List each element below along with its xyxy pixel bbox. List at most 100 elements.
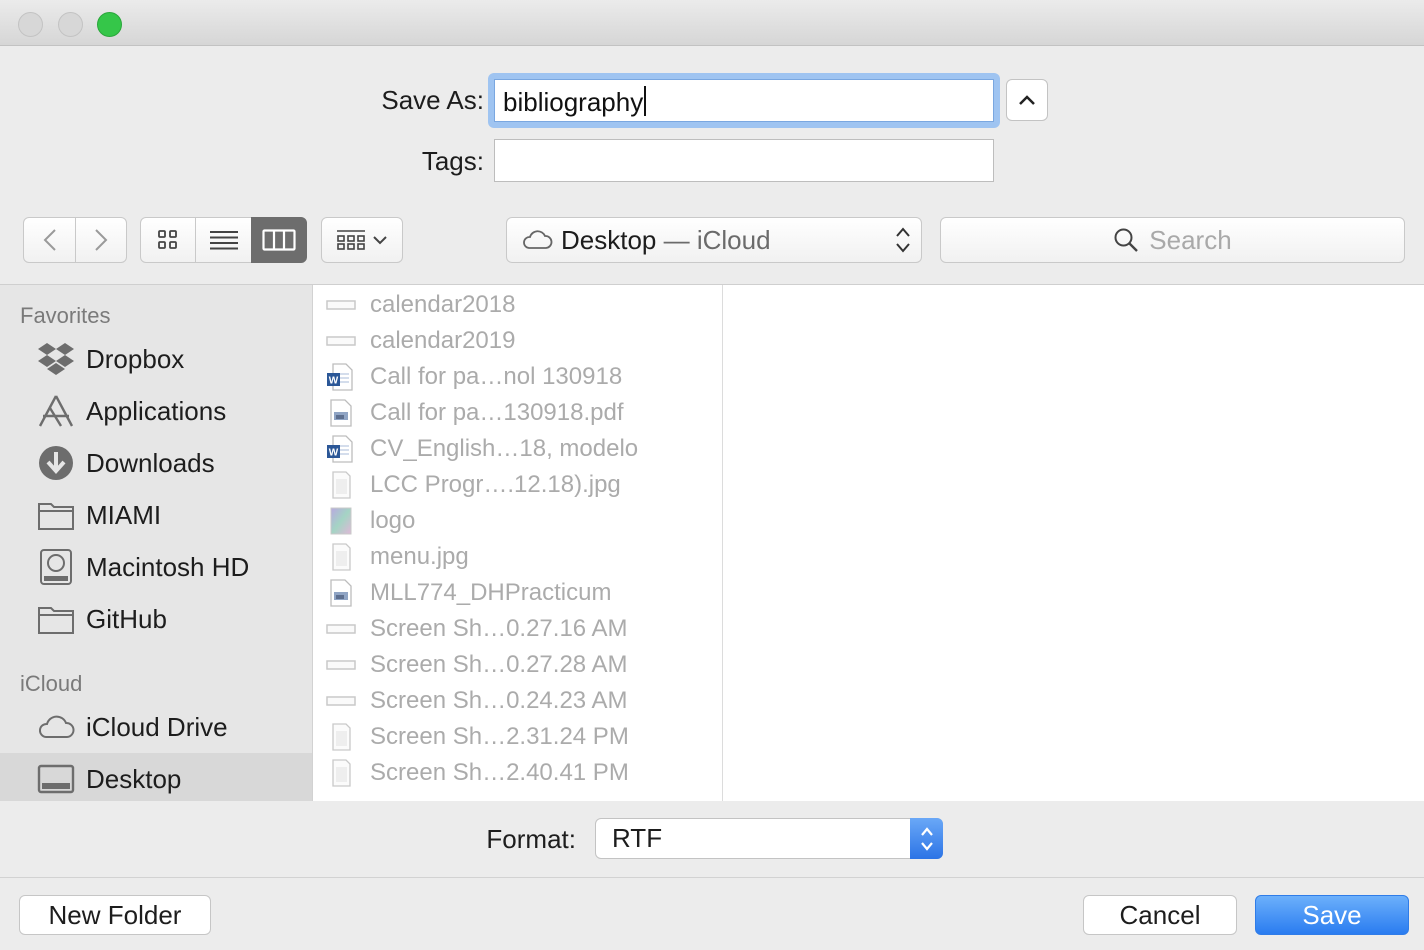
sidebar-item-label: Downloads <box>86 447 215 478</box>
format-label: Format: <box>486 824 576 854</box>
location-name: Desktop <box>561 224 657 255</box>
format-stepper[interactable] <box>910 818 943 859</box>
text-caret <box>644 86 647 116</box>
zoom-window-button[interactable] <box>97 12 122 37</box>
updown-arrows-icon <box>920 826 933 851</box>
sidebar-item-dropbox[interactable]: Dropbox <box>0 333 312 385</box>
sidebar-item-applications[interactable]: Applications <box>0 385 312 437</box>
sidebar-item-label: Applications <box>86 395 227 426</box>
icloud-icon <box>523 230 553 249</box>
file-row[interactable]: W CV_English…18, modelo <box>313 431 722 467</box>
word-doc-icon: W <box>326 434 356 464</box>
file-name: logo <box>370 507 416 534</box>
sidebar-item-label: Desktop <box>86 763 182 794</box>
sidebar-item-github[interactable]: GitHub <box>0 593 312 645</box>
close-window-button[interactable] <box>18 12 43 37</box>
desktop-icon <box>34 759 78 799</box>
file-row[interactable]: menu.jpg <box>313 539 722 575</box>
downloads-icon <box>34 443 78 483</box>
sidebar-item-miami[interactable]: MIAMI <box>0 489 312 541</box>
file-row[interactable]: MLL774_DHPracticum <box>313 575 722 611</box>
sidebar: Favorites Dropbox Applications Downloads <box>0 285 313 801</box>
image-doc-icon <box>326 758 356 788</box>
columns-icon <box>262 229 296 251</box>
tags-field[interactable] <box>494 139 994 182</box>
format-popup[interactable]: RTF <box>595 818 943 859</box>
file-row[interactable]: LCC Progr….12.18).jpg <box>313 467 722 503</box>
image-doc-icon <box>326 542 356 572</box>
sidebar-item-desktop[interactable]: Desktop <box>0 753 312 801</box>
updown-arrows-icon <box>896 227 910 253</box>
file-name: Screen Sh…0.27.16 AM <box>370 615 628 642</box>
file-name: MLL774_DHPracticum <box>370 579 612 606</box>
file-row[interactable]: Call for pa…130918.pdf <box>313 395 722 431</box>
search-field[interactable]: Search <box>940 217 1405 263</box>
chevron-right-icon <box>95 229 108 251</box>
location-subtitle: — iCloud <box>656 224 771 255</box>
search-placeholder: Search <box>1149 224 1232 255</box>
file-row[interactable]: calendar2018 <box>313 287 722 323</box>
divider <box>0 877 1424 878</box>
image-wide-icon <box>326 326 356 356</box>
file-name: Screen Sh…0.24.23 AM <box>370 687 628 714</box>
folder-icon <box>34 599 78 639</box>
file-name: CV_English…18, modelo <box>370 435 639 462</box>
file-row[interactable]: Screen Sh…0.24.23 AM <box>313 683 722 719</box>
image-color-icon <box>326 506 356 536</box>
forward-button[interactable] <box>75 217 127 263</box>
sidebar-item-downloads[interactable]: Downloads <box>0 437 312 489</box>
image-wide-icon <box>326 614 356 644</box>
svg-text:W: W <box>329 376 339 387</box>
file-row[interactable]: Screen Sh…0.27.28 AM <box>313 647 722 683</box>
column-view-button[interactable] <box>251 217 307 263</box>
file-column: calendar2018 calendar2019 W Call for pa…nol… <box>313 285 723 801</box>
applications-icon <box>34 391 78 431</box>
image-doc-icon <box>326 722 356 752</box>
file-row[interactable]: calendar2019 <box>313 323 722 359</box>
file-row[interactable]: W Call for pa…nol 130918 <box>313 359 722 395</box>
new-folder-button[interactable]: New Folder <box>19 895 211 935</box>
icon-view-button[interactable] <box>140 217 196 263</box>
save-button[interactable]: Save <box>1255 895 1409 935</box>
group-grid-icon <box>337 230 365 250</box>
sidebar-section-favorites: Favorites <box>20 303 111 328</box>
image-doc-icon <box>326 470 356 500</box>
sidebar-item-label: Macintosh HD <box>86 551 250 582</box>
sidebar-item-icloud-drive[interactable]: iCloud Drive <box>0 701 312 753</box>
sidebar-item-macintosh-hd[interactable]: Macintosh HD <box>0 541 312 593</box>
file-row[interactable]: logo <box>313 503 722 539</box>
sidebar-item-label: MIAMI <box>86 499 162 530</box>
save-as-field[interactable]: bibliography <box>494 79 994 122</box>
back-button[interactable] <box>23 217 76 263</box>
pdf-icon <box>326 578 356 608</box>
word-doc-icon: W <box>326 362 356 392</box>
group-view-button[interactable] <box>321 217 403 263</box>
file-name: calendar2018 <box>370 291 516 318</box>
list-view-button[interactable] <box>195 217 252 263</box>
chevron-down-icon <box>373 236 387 245</box>
file-row[interactable]: Screen Sh…0.27.16 AM <box>313 611 722 647</box>
save-as-value: bibliography <box>503 87 644 117</box>
folder-icon <box>34 495 78 535</box>
location-popup[interactable]: Desktop — iCloud <box>506 217 922 263</box>
svg-text:W: W <box>329 448 339 459</box>
pdf-icon <box>326 398 356 428</box>
minimize-window-button[interactable] <box>58 12 83 37</box>
tags-label: Tags: <box>421 146 484 176</box>
image-wide-icon <box>326 650 356 680</box>
file-name: Screen Sh…0.27.28 AM <box>370 651 628 678</box>
file-row[interactable]: Screen Sh…2.40.41 PM <box>313 755 722 791</box>
sidebar-section-icloud: iCloud <box>20 671 83 696</box>
file-row[interactable]: Screen Sh…2.31.24 PM <box>313 719 722 755</box>
file-name: Call for pa…nol 130918 <box>370 363 623 390</box>
file-name: LCC Progr….12.18).jpg <box>370 471 621 498</box>
title-bar <box>0 0 1424 46</box>
cancel-button[interactable]: Cancel <box>1083 895 1237 935</box>
grid-icon <box>158 230 177 249</box>
format-value: RTF <box>612 823 663 853</box>
collapse-dialog-button[interactable] <box>1006 79 1048 121</box>
save-as-label: Save As: <box>381 85 484 115</box>
sidebar-item-label: GitHub <box>86 603 167 634</box>
file-name: Screen Sh…2.31.24 PM <box>370 723 629 750</box>
chevron-left-icon <box>43 229 56 251</box>
